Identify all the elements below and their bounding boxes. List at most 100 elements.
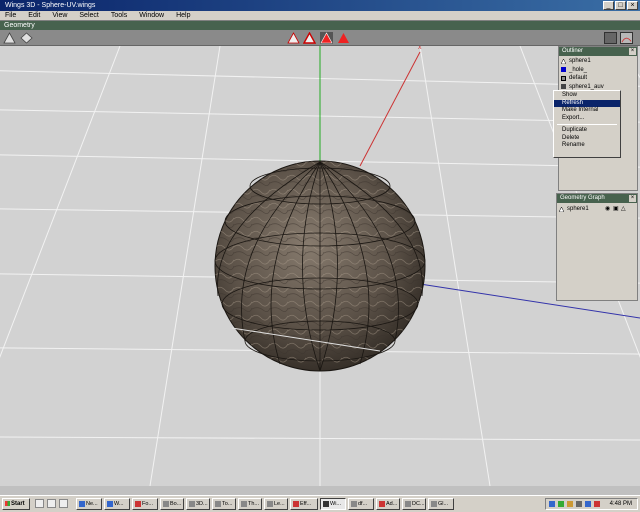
task-label: Wi... (330, 501, 341, 507)
menu-bar: File Edit View Select Tools Window Help (0, 11, 640, 21)
tray-app-icon[interactable] (594, 501, 600, 507)
task-button[interactable]: Bo... (160, 498, 184, 510)
task-label: Fo... (142, 501, 154, 507)
body-mode-icon[interactable] (337, 32, 350, 44)
eye-icon[interactable]: ◉ (605, 205, 610, 214)
sphere-mesh (214, 160, 426, 372)
geometry-graph-title: Geometry Graph × (557, 194, 637, 203)
quicklaunch-ie-icon[interactable] (35, 499, 44, 508)
vertex-mode-icon[interactable] (287, 32, 300, 44)
3d-viewport[interactable]: x (0, 46, 640, 486)
task-button[interactable]: Th... (238, 498, 262, 510)
task-label: df... (358, 501, 368, 507)
title-bar: Wings 3D - Sphere-UV.wings _ □ × (0, 0, 640, 11)
app-icon (215, 501, 221, 507)
task-button[interactable]: Fo... (132, 498, 158, 510)
toolbar (0, 30, 640, 46)
quicklaunch-desktop-icon[interactable] (47, 499, 56, 508)
menu-item-export[interactable]: Export... (554, 115, 620, 123)
geometry-graph-item-sphere1[interactable]: sphere1 ◉ ▣ △ (557, 205, 637, 214)
app-icon (431, 501, 437, 507)
quicklaunch-folder-icon[interactable] (59, 499, 68, 508)
menu-item-make-internal[interactable]: Make Internal (554, 107, 620, 115)
task-label: Eff... (300, 501, 312, 507)
task-button[interactable]: DC... (402, 498, 426, 510)
task-button[interactable]: Gl... (428, 498, 454, 510)
task-button[interactable]: df... (348, 498, 374, 510)
app-icon (351, 501, 357, 507)
menu-item-delete[interactable]: Delete (554, 135, 620, 143)
menu-select[interactable]: Select (79, 11, 98, 20)
task-button[interactable]: To... (212, 498, 236, 510)
task-button[interactable]: W... (104, 498, 130, 510)
ortho-icon[interactable] (20, 32, 33, 44)
menu-item-rename[interactable]: Rename (554, 142, 620, 150)
outliner-item-hole[interactable]: _hole_ (559, 66, 637, 75)
task-label: Ad... (386, 501, 398, 507)
task-label: Gl... (438, 501, 449, 507)
window-title: Wings 3D - Sphere-UV.wings (5, 2, 96, 9)
app-icon (135, 501, 141, 507)
task-label: To... (222, 501, 233, 507)
app-icon (107, 501, 113, 507)
geometry-graph-close-button[interactable]: × (629, 195, 636, 202)
face-mode-icon[interactable] (320, 32, 333, 44)
outliner-item-sphere1[interactable]: sphere1 (559, 57, 637, 66)
task-label: W... (114, 501, 124, 507)
app-icon (189, 501, 195, 507)
outliner-close-button[interactable]: × (629, 48, 636, 55)
windows-taskbar: Start Ne... W... Fo... Bo... 3D... To...… (0, 495, 640, 512)
x-axis-label: x (418, 46, 422, 51)
tray-app-icon[interactable] (567, 501, 573, 507)
geometry-graph-panel: Geometry Graph × sphere1 ◉ ▣ △ (556, 193, 638, 301)
menu-window[interactable]: Window (139, 11, 164, 20)
wire-icon[interactable]: △ (621, 205, 626, 214)
menu-tools[interactable]: Tools (111, 11, 127, 20)
start-label: Start (11, 501, 25, 507)
app-icon (163, 501, 169, 507)
maximize-button[interactable]: □ (615, 1, 626, 10)
menu-file[interactable]: File (5, 11, 16, 20)
lock-icon[interactable]: ▣ (613, 205, 619, 214)
menu-item-show[interactable]: Show (554, 92, 620, 100)
app-icon (79, 501, 85, 507)
task-label: Ne... (86, 501, 98, 507)
task-button[interactable]: Le... (264, 498, 288, 510)
task-button-active[interactable]: Wi... (320, 498, 346, 510)
material-icon (561, 67, 566, 72)
menu-edit[interactable]: Edit (28, 11, 40, 20)
menu-item-duplicate[interactable]: Duplicate (554, 127, 620, 135)
start-button[interactable]: Start (2, 498, 30, 510)
task-button[interactable]: Ne... (76, 498, 102, 510)
tray-speaker-icon[interactable] (576, 501, 582, 507)
tray-antivirus-icon[interactable] (558, 501, 564, 507)
task-button[interactable]: Eff... (290, 498, 318, 510)
menu-item-refresh[interactable]: Refresh (554, 99, 620, 107)
object-icon (561, 58, 566, 64)
close-button[interactable]: × (627, 1, 638, 10)
task-button[interactable]: 3D... (186, 498, 210, 510)
menu-view[interactable]: View (52, 11, 67, 20)
edge-mode-icon[interactable] (303, 32, 316, 44)
task-label: Le... (274, 501, 285, 507)
app-icon (379, 501, 385, 507)
app-icon (405, 501, 411, 507)
smooth-icon[interactable] (604, 32, 617, 44)
geometry-window-title: Geometry (0, 21, 640, 30)
app-icon (323, 501, 329, 507)
clock[interactable]: 4:48 PM (610, 499, 632, 509)
light-icon[interactable] (620, 32, 633, 44)
outliner-item-default[interactable]: default (559, 74, 637, 83)
tray-app-icon[interactable] (585, 501, 591, 507)
view-icon[interactable] (3, 32, 16, 44)
image-icon (561, 84, 566, 89)
minimize-button[interactable]: _ (603, 1, 614, 10)
geometry-graph-title-text: Geometry Graph (560, 195, 605, 201)
app-icon (267, 501, 273, 507)
tray-network-icon[interactable] (549, 501, 555, 507)
task-button[interactable]: Ad... (376, 498, 400, 510)
object-icon (559, 206, 564, 212)
system-tray: 4:48 PM (545, 498, 638, 510)
menu-help[interactable]: Help (176, 11, 190, 20)
menu-separator (557, 124, 617, 125)
